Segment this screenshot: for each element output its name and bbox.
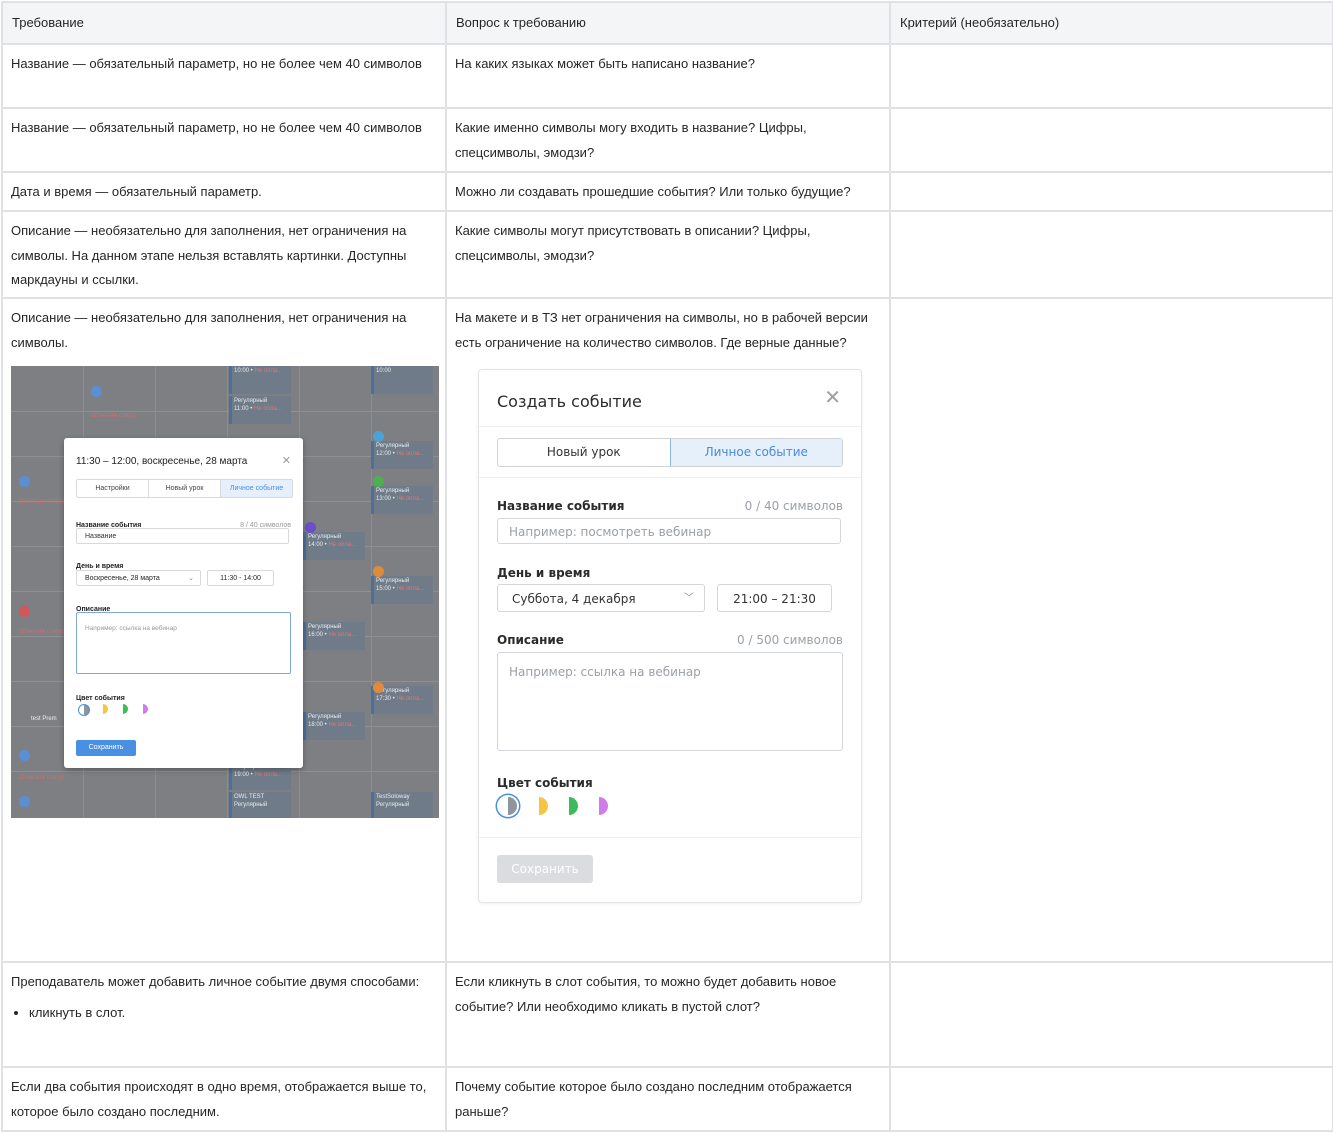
avatar — [305, 522, 316, 533]
avatar — [19, 750, 30, 761]
requirement-cell: Дата и время — обязательный параметр. — [1, 171, 447, 212]
description-counter: 0 / 500 символов — [737, 633, 843, 647]
tab-new-lesson[interactable]: Новый урок — [149, 480, 221, 497]
criterion-cell[interactable] — [889, 961, 1333, 1068]
calendar-event: OWL TEST Регулярный — [229, 792, 291, 818]
avatar — [373, 431, 384, 442]
save-button[interactable]: Сохранить — [76, 740, 136, 756]
color-swatch-gray[interactable] — [499, 797, 517, 815]
name-input[interactable]: Например: посмотреть вебинар — [497, 518, 841, 544]
avatar — [91, 386, 102, 397]
requirement-cell: Описание — необязательно для заполнения,… — [1, 297, 447, 963]
calendar-event: Регулярный 15:00 • Не опла... — [371, 576, 433, 604]
chevron-down-icon: ﹀ — [684, 593, 694, 604]
color-swatch-green[interactable] — [560, 797, 578, 815]
criterion-cell[interactable] — [889, 1066, 1333, 1132]
tab-settings[interactable]: Настройки — [77, 480, 149, 497]
tab-new-lesson[interactable]: Новый урок — [498, 439, 670, 466]
tab-personal-event[interactable]: Личное событие — [221, 480, 292, 497]
table-row: Преподаватель может добавить личное собы… — [1, 961, 1333, 1068]
table-row: Описание — необязательно для заполнения,… — [1, 210, 1333, 299]
criterion-cell[interactable] — [889, 107, 1333, 173]
color-swatch-yellow[interactable] — [98, 704, 108, 714]
calendar-event: Регулярный 16:00 • Не опла... — [303, 622, 365, 650]
name-input[interactable]: Название — [76, 528, 289, 544]
criterion-cell[interactable] — [889, 171, 1333, 212]
calendar-event: Регулярный 14:00 • Не опла... — [303, 532, 365, 560]
requirement-cell: Описание — необязательно для заполнения,… — [1, 210, 447, 299]
calendar-screenshot: 10:00 • Не опла... Регулярный 11:00 • Не … — [11, 366, 439, 818]
name-label: Название события — [497, 499, 625, 513]
header-requirement: Требование — [1, 1, 447, 45]
question-cell: Какие символы могут присутствовать в опи… — [445, 210, 891, 299]
avatar — [19, 606, 30, 617]
dialog-title: Создать событие — [497, 392, 642, 411]
question-cell: Если кликнуть в слот события, то можно б… — [445, 961, 891, 1068]
dialog-title: 11:30 – 12:00, воскресенье, 28 марта — [76, 456, 248, 467]
avatar — [373, 566, 384, 577]
calendar-event: 10:00 • Не опла... — [229, 366, 291, 394]
save-button[interactable]: Сохранить — [497, 855, 593, 883]
color-swatch-purple[interactable] — [590, 797, 608, 815]
avatar — [19, 796, 30, 807]
calendar-event: 10:00 — [371, 366, 433, 394]
description-label: Описание — [497, 633, 564, 647]
avatar — [19, 476, 30, 487]
criterion-cell[interactable] — [889, 43, 1333, 109]
tab-group: Настройки Новый урок Личное событие — [76, 479, 293, 498]
date-select[interactable]: Воскресенье, 28 марта ⌄ — [76, 570, 201, 586]
question-cell: Какие именно символы могу входить в назв… — [445, 107, 891, 173]
color-swatch-purple[interactable] — [138, 704, 148, 714]
criterion-cell[interactable] — [889, 297, 1333, 963]
requirements-table: Требование Вопрос к требованию Критерий … — [1, 1, 1333, 1132]
description-textarea[interactable]: Например: ссылка на вебинар — [76, 612, 291, 674]
name-counter: 0 / 40 символов — [744, 499, 843, 513]
create-event-dialog-old: 11:30 – 12:00, воскресенье, 28 марта ✕ Н… — [64, 438, 303, 768]
description-textarea[interactable]: Например: ссылка на вебинар — [497, 652, 843, 751]
calendar-event: TestSoloway Регулярный — [371, 792, 433, 818]
bullet-list: кликнуть в слот. — [11, 1001, 437, 1026]
requirement-cell: Если два события происходят в одно время… — [1, 1066, 447, 1132]
table-row: Название — обязательный параметр, но не … — [1, 107, 1333, 173]
calendar-event: Регулярный 11:00 • Не опла... — [229, 396, 291, 424]
calendar-event: Регулярный 18:00 • Не опла... — [303, 712, 365, 740]
requirement-cell: Преподаватель может добавить личное собы… — [1, 961, 447, 1068]
tab-group: Новый урок Личное событие — [497, 438, 843, 467]
table-row: Если два события происходят в одно время… — [1, 1066, 1333, 1132]
color-swatch-gray[interactable] — [78, 704, 90, 716]
list-item: кликнуть в слот. — [29, 1001, 437, 1026]
criterion-cell[interactable] — [889, 210, 1333, 299]
close-icon[interactable]: ✕ — [824, 387, 841, 407]
color-swatch-green[interactable] — [118, 704, 128, 714]
time-range-input[interactable]: 11:30 - 14:00 — [207, 570, 274, 586]
header-criterion: Критерий (необязательно) — [889, 1, 1333, 45]
create-event-dialog: Создать событие ✕ Новый урок Личное собы… — [478, 369, 862, 903]
table-row: Название — обязательный параметр, но не … — [1, 43, 1333, 109]
calendar-event: Регулярный 13:00 • Не опла... — [371, 486, 433, 514]
chevron-down-icon: ⌄ — [188, 575, 194, 582]
table-row: Дата и время — обязательный параметр. Мо… — [1, 171, 1333, 212]
close-icon[interactable]: ✕ — [282, 449, 291, 474]
requirement-cell: Название — обязательный параметр, но не … — [1, 107, 447, 173]
requirement-cell: Название — обязательный параметр, но не … — [1, 43, 447, 109]
time-range-input[interactable]: 21:00 – 21:30 — [717, 584, 832, 612]
tab-personal-event[interactable]: Личное событие — [669, 439, 842, 466]
question-cell: Можно ли создавать прошедшие события? Ил… — [445, 171, 891, 212]
header-question: Вопрос к требованию — [445, 1, 891, 45]
color-swatch-yellow[interactable] — [530, 797, 548, 815]
question-cell: Почему событие которое было создано посл… — [445, 1066, 891, 1132]
calendar-event: Регулярный 12:00 • Не опла... — [371, 441, 433, 469]
table-header-row: Требование Вопрос к требованию Критерий … — [1, 1, 1333, 45]
color-label: Цвет события — [497, 776, 593, 790]
date-select[interactable]: Суббота, 4 декабря ﹀ — [497, 584, 705, 612]
avatar — [373, 476, 384, 487]
avatar — [373, 682, 384, 693]
datetime-label: День и время — [497, 566, 591, 580]
table-row: Описание — необязательно для заполнения,… — [1, 297, 1333, 963]
question-cell: На каких языках может быть написано назв… — [445, 43, 891, 109]
question-cell: На макете и в ТЗ нет ограничения на симв… — [445, 297, 891, 963]
